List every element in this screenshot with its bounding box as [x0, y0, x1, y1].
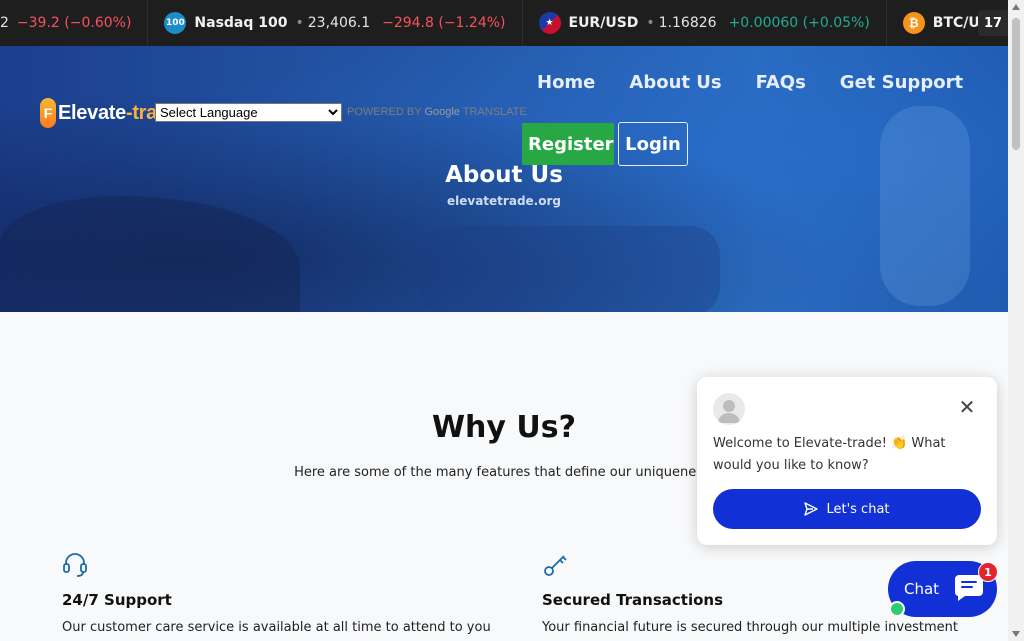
feature-text: Your financial future is secured through… — [542, 620, 958, 635]
ticker-change: −39.2 (−0.60%) — [16, 15, 132, 31]
logo-mark-icon: F — [40, 98, 56, 128]
chat-welcome-message: Welcome to Elevate-trade! 👏 What would y… — [713, 436, 946, 473]
feature-text: Our customer care service is available a… — [62, 620, 491, 635]
ticker-item[interactable]: 2 −39.2 (−0.60%) — [0, 0, 149, 46]
ticker-change: −294.8 (−1.24%) — [382, 15, 506, 31]
ticker-price: 1.16826 — [658, 15, 717, 31]
google-logo: Google — [424, 106, 460, 118]
hero-background-shape — [0, 196, 300, 312]
chat-launcher-label: Chat — [904, 580, 940, 598]
hero-background-shape — [420, 226, 720, 312]
agent-avatar — [713, 393, 745, 425]
lets-chat-button[interactable]: Let's chat — [713, 489, 981, 529]
key-icon — [544, 555, 567, 576]
nav-link-home[interactable]: Home — [537, 72, 595, 93]
nasdaq-icon: 100 — [164, 12, 187, 34]
online-status-indicator — [889, 601, 905, 617]
chat-popup: ✕ Welcome to Elevate-trade! 👏 What would… — [697, 377, 997, 545]
feature-title: 24/7 Support — [62, 591, 172, 609]
ticker-change: +0.00060 (+0.05%) — [728, 15, 870, 31]
bitcoin-icon: ₿ — [902, 12, 925, 34]
page-scrollbar[interactable] — [1008, 0, 1024, 641]
feature-title: Secured Transactions — [542, 591, 724, 609]
login-button[interactable]: Login — [618, 122, 688, 166]
avatar-person-icon — [718, 400, 740, 423]
tradingview-logo-icon[interactable]: 17 — [978, 10, 1008, 36]
scroll-down-icon[interactable] — [1012, 631, 1020, 637]
scroll-up-icon[interactable] — [1012, 4, 1020, 10]
ticker-price: 2 — [0, 15, 9, 31]
page-subtitle: elevatetrade.org — [447, 194, 561, 208]
nav-link-get-support[interactable]: Get Support — [840, 72, 963, 93]
nav-link-about-us[interactable]: About Us — [629, 72, 721, 93]
ticker-symbol: Nasdaq 100 — [194, 15, 288, 31]
headset-icon — [63, 553, 87, 577]
ticker-tape: 2 −39.2 (−0.60%) 100 Nasdaq 100 • 23,406… — [0, 0, 1008, 46]
language-select[interactable]: Select Language — [155, 103, 342, 122]
main-nav: Home About Us FAQs Get Support — [537, 72, 997, 93]
eur-usd-flag-icon: ★ — [538, 12, 561, 34]
register-button[interactable]: Register — [522, 123, 614, 165]
ticker-price: 23,406.1 — [307, 15, 371, 31]
ticker-item[interactable]: ★ EUR/USD • 1.16826 +0.00060 (+0.05%) — [523, 0, 887, 46]
send-icon — [804, 502, 819, 516]
ticker-item[interactable]: 100 Nasdaq 100 • 23,406.1 −294.8 (−1.24%… — [148, 0, 523, 46]
scrollbar-thumb[interactable] — [1012, 18, 1020, 150]
nav-link-faqs[interactable]: FAQs — [756, 72, 806, 93]
close-icon[interactable]: ✕ — [955, 395, 979, 419]
hero-banner: F Elevate-trade Select Language POWERED … — [0, 46, 1008, 312]
powered-by-google-translate[interactable]: POWERED BY Google TRANSLATE — [347, 106, 527, 118]
page-title: About Us — [445, 162, 563, 188]
ticker-symbol: EUR/USD — [568, 15, 639, 31]
unread-count-badge: 1 — [978, 562, 998, 582]
